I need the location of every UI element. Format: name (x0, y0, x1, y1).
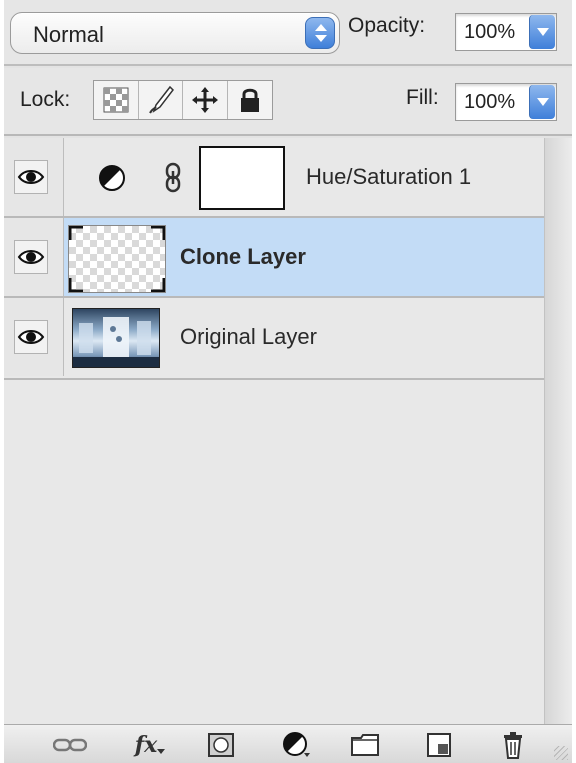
layer-name: Clone Layer (180, 244, 306, 269)
layers-scrollbar[interactable] (544, 138, 572, 724)
lock-label: Lock: (20, 88, 71, 111)
visibility-cell (4, 138, 64, 216)
blend-mode-select[interactable]: Normal (10, 12, 340, 54)
lock-image-pixels-icon[interactable] (139, 81, 183, 119)
layers-toolbar: fx (4, 724, 572, 763)
fill-field[interactable]: 100% (455, 83, 557, 121)
layer-thumbnail[interactable] (72, 308, 160, 368)
lock-fill-bar: Lock: Fill: 100% (4, 68, 572, 136)
fill-label: Fill: (406, 86, 439, 109)
layers-list: Hue/Saturation 1 Clone Layer Original La… (4, 138, 544, 724)
opacity-dropdown-icon[interactable] (529, 15, 555, 49)
blend-mode-stepper-icon[interactable] (305, 17, 335, 49)
resize-grip[interactable] (554, 746, 568, 760)
new-layer-icon[interactable] (422, 731, 456, 759)
lock-all-icon[interactable] (228, 81, 272, 119)
lock-transparent-pixels-icon[interactable] (94, 81, 139, 119)
lock-position-icon[interactable] (183, 81, 228, 119)
opacity-field[interactable]: 100% (455, 13, 557, 51)
blend-opacity-bar: Normal Opacity: 100% (4, 0, 572, 66)
layer-row-clone[interactable]: Clone Layer (4, 218, 544, 298)
layer-thumbnail[interactable] (68, 225, 166, 293)
lock-buttons (93, 80, 273, 120)
adjustment-layer-icon (97, 163, 127, 198)
blend-mode-value: Normal (33, 22, 104, 47)
eye-icon[interactable] (14, 240, 48, 274)
layer-mask-thumbnail[interactable] (199, 146, 285, 210)
visibility-cell (4, 218, 64, 296)
delete-layer-icon[interactable] (496, 731, 530, 759)
fill-dropdown-icon[interactable] (529, 85, 555, 119)
fx-label: fx (134, 732, 158, 758)
eye-icon[interactable] (14, 160, 48, 194)
new-adjustment-layer-icon[interactable] (276, 731, 316, 759)
new-group-icon[interactable] (348, 731, 382, 759)
add-mask-icon[interactable] (204, 731, 238, 759)
layer-name: Original Layer (180, 324, 317, 349)
chain-link-icon[interactable] (162, 162, 184, 199)
fill-value: 100% (464, 91, 516, 113)
link-layers-icon[interactable] (52, 731, 88, 759)
layer-row-original[interactable]: Original Layer (4, 298, 544, 380)
opacity-value: 100% (464, 21, 516, 43)
layer-row-hue-saturation[interactable]: Hue/Saturation 1 (4, 138, 544, 218)
fx-icon[interactable]: fx (130, 731, 170, 759)
eye-icon[interactable] (14, 320, 48, 354)
layers-panel: Normal Opacity: 100% Lock: Fill: 100% Hu… (4, 0, 572, 763)
visibility-cell (4, 298, 64, 376)
layer-name: Hue/Saturation 1 (306, 164, 472, 189)
opacity-label: Opacity: (348, 14, 426, 37)
